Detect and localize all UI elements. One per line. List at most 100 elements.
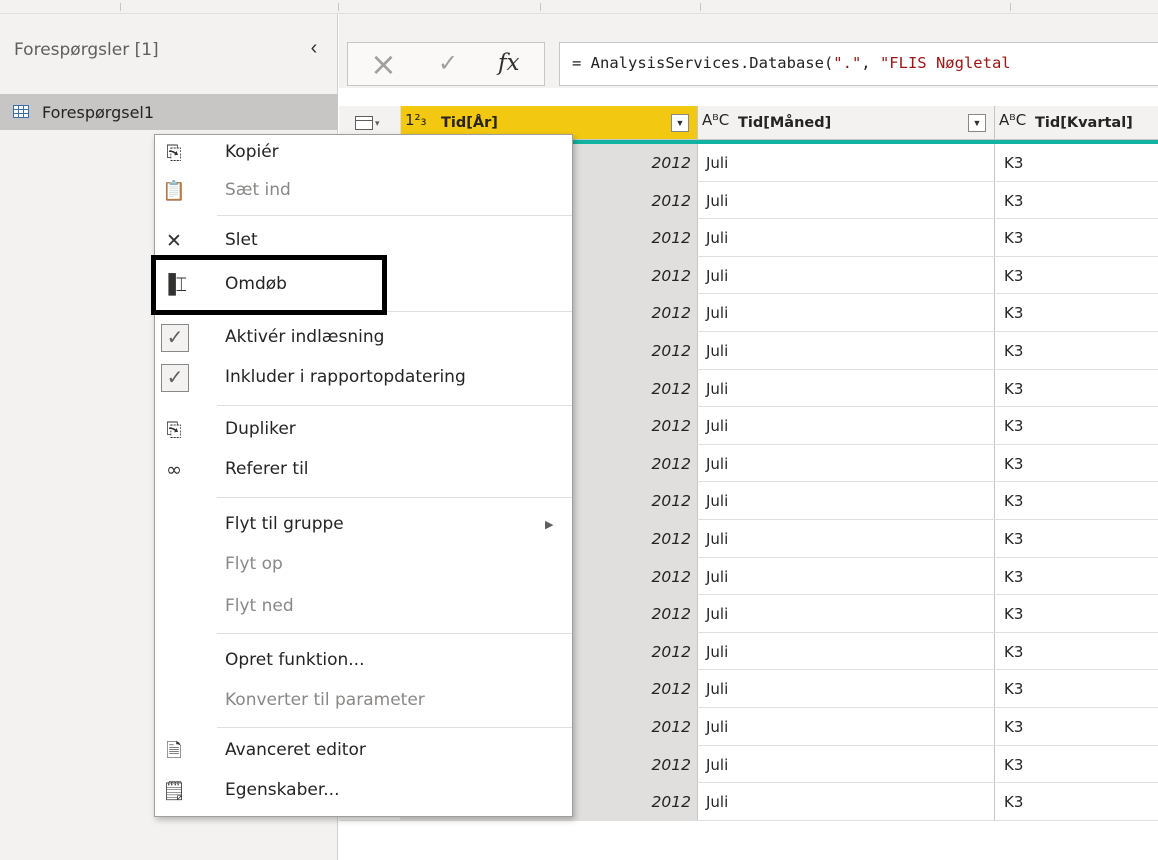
duplicate-icon: ⎘ xyxy=(166,419,182,441)
cell-quarter[interactable]: K3 xyxy=(995,219,1158,256)
table-icon xyxy=(13,105,29,118)
cell-quarter[interactable]: K3 xyxy=(995,182,1158,219)
cell-quarter[interactable]: K3 xyxy=(995,332,1158,369)
menu-item-label: Kopiér xyxy=(225,142,279,162)
cell-month[interactable]: Juli xyxy=(698,369,995,407)
menu-separator xyxy=(217,727,572,728)
cell-quarter[interactable]: K3 xyxy=(995,370,1158,407)
cell-quarter[interactable]: K3 xyxy=(995,633,1158,670)
ribbon-divider xyxy=(338,3,339,11)
column-header-quarter[interactable]: AᴮC Tid[Kvartal] xyxy=(995,106,1158,140)
cell-quarter[interactable]: K3 xyxy=(995,746,1158,783)
ribbon-divider xyxy=(700,3,701,11)
menu-separator xyxy=(217,497,572,498)
menu-item-properties[interactable]: 🗒 Egenskaber... xyxy=(155,773,572,809)
column-header-month[interactable]: AᴮC Tid[Måned] ▼ xyxy=(698,106,995,140)
ribbon-divider xyxy=(120,3,121,11)
delete-icon: ✕ xyxy=(166,230,182,252)
cell-quarter[interactable]: K3 xyxy=(995,407,1158,444)
cell-quarter[interactable]: K3 xyxy=(995,670,1158,707)
chevron-left-icon[interactable]: ‹ xyxy=(302,36,326,60)
cell-month[interactable]: Juli xyxy=(698,519,995,557)
menu-item-reference[interactable]: ∞ Referer til xyxy=(155,452,572,488)
cell-month[interactable]: Juli xyxy=(698,256,995,294)
cell-month[interactable]: Juli xyxy=(698,144,995,181)
menu-item-label: Flyt til gruppe xyxy=(225,514,344,534)
cell-month[interactable]: Juli xyxy=(698,783,995,820)
formula-buttons: × ✓ fx xyxy=(347,42,545,86)
checkbox-checked-icon[interactable]: ✓ xyxy=(161,364,189,392)
menu-item-label: Dupliker xyxy=(225,419,296,439)
cell-quarter[interactable]: K3 xyxy=(995,445,1158,482)
cell-month[interactable]: Juli xyxy=(698,632,995,670)
cell-month[interactable]: Juli xyxy=(698,707,995,745)
formula-arg-database: "FLIS Nøgletal xyxy=(879,54,1011,72)
fx-icon[interactable]: fx xyxy=(498,50,519,76)
menu-item-label: Inkluder i rapportopdatering xyxy=(225,367,466,387)
cell-quarter[interactable]: K3 xyxy=(995,520,1158,557)
text-type-icon[interactable]: AᴮC xyxy=(999,111,1026,129)
menu-item-delete[interactable]: ✕ Slet xyxy=(155,223,572,259)
properties-icon: 🗒 xyxy=(161,780,187,802)
menu-item-label: Slet xyxy=(225,230,258,250)
menu-item-move-up[interactable]: Flyt op xyxy=(155,547,572,583)
number-type-icon[interactable]: 1²₃ xyxy=(405,111,427,129)
cell-month[interactable]: Juli xyxy=(698,745,995,783)
cell-month[interactable]: Juli xyxy=(698,482,995,519)
menu-item-move-down[interactable]: Flyt ned xyxy=(155,589,572,625)
checkbox-checked-icon[interactable]: ✓ xyxy=(161,324,189,352)
cell-quarter[interactable]: K3 xyxy=(995,708,1158,745)
column-header-label: Tid[Kvartal] xyxy=(1035,115,1133,131)
ribbon-divider xyxy=(540,3,541,11)
cell-quarter[interactable]: K3 xyxy=(995,482,1158,519)
menu-item-label: Sæt ind xyxy=(225,180,291,200)
menu-separator xyxy=(217,215,572,216)
menu-item-duplicate[interactable]: ⎘ Dupliker xyxy=(155,412,572,448)
formula-prefix: = AnalysisServices.Database( xyxy=(572,54,834,72)
filter-dropdown-icon[interactable]: ▼ xyxy=(671,114,689,132)
checkmark-icon[interactable]: ✓ xyxy=(438,49,458,77)
ribbon-divider xyxy=(1010,3,1011,11)
menu-item-label: Referer til xyxy=(225,459,309,479)
cell-quarter[interactable]: K3 xyxy=(995,257,1158,294)
formula-input[interactable]: = AnalysisServices.Database(".", "FLIS N… xyxy=(559,42,1158,86)
cancel-icon[interactable]: × xyxy=(370,46,397,82)
menu-item-move-to-group[interactable]: Flyt til gruppe ▶ xyxy=(155,507,572,543)
cell-quarter[interactable]: K3 xyxy=(995,294,1158,331)
cell-month[interactable]: Juli xyxy=(698,181,995,219)
query-item-forespoergsel1[interactable]: Forespørgsel1 xyxy=(0,94,338,130)
menu-item-create-function[interactable]: Opret funktion... xyxy=(155,643,572,679)
cell-quarter[interactable]: K3 xyxy=(995,144,1158,181)
cell-month[interactable]: Juli xyxy=(698,670,995,707)
column-header-label: Tid[År] xyxy=(441,115,498,131)
advanced-editor-icon: 🗎 xyxy=(166,740,182,762)
filter-dropdown-icon[interactable]: ▼ xyxy=(968,114,986,132)
formula-bar: × ✓ fx = AnalysisServices.Database(".", … xyxy=(339,14,1158,88)
menu-item-label: Flyt ned xyxy=(225,596,294,616)
menu-item-paste[interactable]: 📋 Sæt ind xyxy=(155,173,572,209)
cell-month[interactable]: Juli xyxy=(698,331,995,369)
cell-month[interactable]: Juli xyxy=(698,294,995,331)
cell-month[interactable]: Juli xyxy=(698,444,995,482)
text-type-icon[interactable]: AᴮC xyxy=(702,111,729,129)
cell-quarter[interactable]: K3 xyxy=(995,558,1158,595)
menu-item-convert-parameter[interactable]: Konverter til parameter xyxy=(155,683,572,719)
menu-separator xyxy=(217,633,572,634)
menu-item-enable-load[interactable]: ✓ Aktivér indlæsning xyxy=(155,320,572,356)
chevron-down-icon: ▾ xyxy=(375,118,380,128)
highlight-box xyxy=(151,255,387,315)
menu-item-copy[interactable]: ⎘ Kopiér xyxy=(155,135,572,171)
formula-text: = AnalysisServices.Database(".", "FLIS N… xyxy=(572,54,1011,72)
cell-month[interactable]: Juli xyxy=(698,407,995,444)
copy-icon: ⎘ xyxy=(166,142,182,164)
menu-item-label: Konverter til parameter xyxy=(225,690,425,710)
cell-quarter[interactable]: K3 xyxy=(995,595,1158,632)
menu-item-include-refresh[interactable]: ✓ Inkluder i rapportopdatering xyxy=(155,360,572,396)
link-icon: ∞ xyxy=(166,459,182,481)
menu-item-label: Opret funktion... xyxy=(225,650,365,670)
cell-quarter[interactable]: K3 xyxy=(995,783,1158,820)
menu-item-advanced-editor[interactable]: 🗎 Avanceret editor xyxy=(155,733,572,769)
cell-month[interactable]: Juli xyxy=(698,595,995,632)
cell-month[interactable]: Juli xyxy=(698,219,995,256)
cell-month[interactable]: Juli xyxy=(698,557,995,595)
